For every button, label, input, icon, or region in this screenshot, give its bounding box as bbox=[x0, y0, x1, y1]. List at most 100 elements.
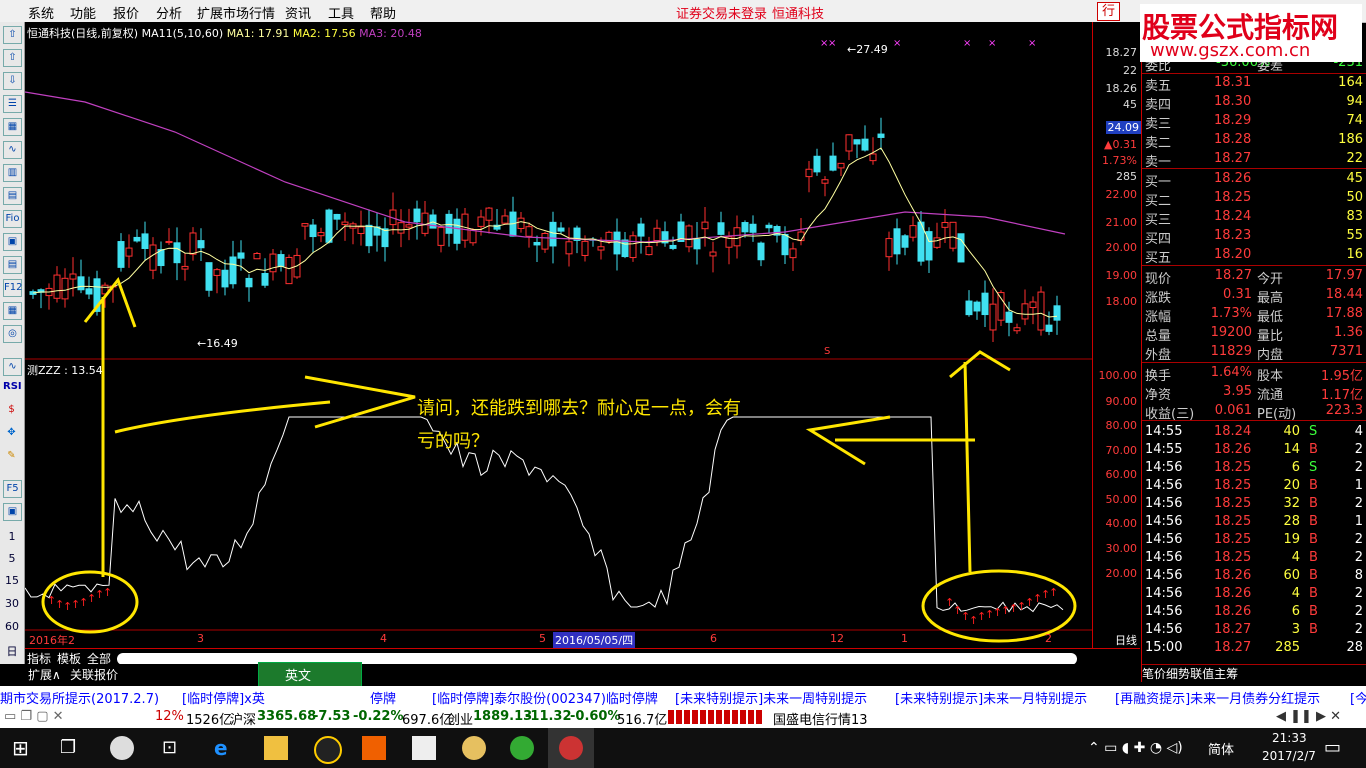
ime-language[interactable]: 英文 bbox=[285, 665, 311, 684]
price-tick: 18.00 bbox=[1105, 295, 1138, 308]
list-icon[interactable]: ☰ bbox=[3, 95, 22, 113]
window-controls[interactable]: ▭ ❐ ▢ ✕ bbox=[4, 709, 64, 724]
rsi-icon[interactable]: RSI bbox=[3, 379, 22, 395]
ticker-item[interactable]: [未来特别提示]未来一月特别提示 bbox=[895, 688, 1087, 707]
period-60[interactable]: 60 bbox=[2, 620, 22, 633]
nav-down-icon[interactable]: ⇩ bbox=[3, 72, 22, 90]
menu-extended-market[interactable]: 扩展市场行情 bbox=[197, 3, 275, 22]
ticker-item[interactable]: [临时停牌]泰尔股份(002347)临时停牌 bbox=[432, 688, 658, 707]
quote-tab[interactable]: 笔 bbox=[1142, 667, 1154, 681]
sell-order-row[interactable]: 卖四 18.30 94 bbox=[1142, 93, 1366, 113]
stock-app-icon[interactable] bbox=[548, 728, 594, 768]
stats-icon[interactable]: ▦ bbox=[3, 302, 22, 320]
buy-order-row[interactable]: 买一 18.26 45 bbox=[1142, 170, 1366, 190]
buy-order-row[interactable]: 买二 18.25 50 bbox=[1142, 189, 1366, 209]
buy-order-row[interactable]: 买五 18.20 16 bbox=[1142, 246, 1366, 266]
fio-icon[interactable]: Fio bbox=[3, 210, 22, 228]
f12-icon[interactable]: F12 bbox=[3, 279, 22, 297]
candle-body bbox=[965, 300, 973, 316]
browser-icon[interactable] bbox=[510, 736, 534, 760]
windows-start-icon[interactable]: ⊞ bbox=[12, 736, 36, 760]
store-icon[interactable]: ⊡ bbox=[162, 736, 186, 760]
qq-icon[interactable] bbox=[314, 736, 342, 764]
paint-icon[interactable] bbox=[462, 736, 486, 760]
candle-body bbox=[701, 221, 709, 230]
compare-icon[interactable]: ▤ bbox=[3, 187, 22, 205]
target-icon[interactable]: ◎ bbox=[3, 325, 22, 343]
folder-icon[interactable] bbox=[264, 736, 288, 760]
menu-help[interactable]: 帮助 bbox=[370, 3, 396, 22]
move-icon[interactable]: ✥ bbox=[3, 425, 20, 441]
low-price-label: ←16.49 bbox=[197, 337, 238, 350]
candle-chart-icon[interactable]: ▥ bbox=[3, 164, 22, 182]
menu-system[interactable]: 系统 bbox=[28, 3, 54, 22]
period-1[interactable]: 1 bbox=[2, 530, 22, 543]
ticker-item[interactable]: [今 bbox=[1350, 688, 1366, 707]
pencil-icon[interactable]: ✎ bbox=[3, 448, 20, 464]
app-icon[interactable] bbox=[110, 736, 134, 760]
table-icon[interactable]: ▤ bbox=[3, 256, 22, 274]
ticker-item[interactable]: [临时停牌]x英 bbox=[182, 688, 265, 707]
layout-icon[interactable]: ▣ bbox=[3, 503, 22, 521]
sell-order-row[interactable]: 卖五 18.31 164 bbox=[1142, 74, 1366, 94]
ticker-item[interactable]: [再融资提示]未来一月债券分红提示 bbox=[1115, 688, 1320, 707]
line-chart-icon[interactable]: ∿ bbox=[3, 141, 22, 159]
kline-chart[interactable]: ↑ ↑ ↑ ↑ ↑ ↑ ↑ ↑ ↑ ↑ ↑ ↑ ↑ ↑ ↑ ↑ ↑ ↑ ↑ ↑ ↑ ↑ × × × × × × 恒通科技(日线,前… bbox=[24, 22, 1140, 648]
buy-order-row[interactable]: 买四 18.23 55 bbox=[1142, 227, 1366, 247]
quote-tab[interactable]: 价 bbox=[1154, 667, 1166, 681]
quote-tab-button[interactable]: 行 bbox=[1097, 2, 1121, 21]
buy-order-row[interactable]: 买三 18.24 83 bbox=[1142, 208, 1366, 228]
period-5[interactable]: 5 bbox=[2, 552, 22, 565]
menu-quote[interactable]: 报价 bbox=[113, 3, 139, 22]
news-channel[interactable]: 国盛电信行情13 bbox=[773, 709, 868, 728]
player-controls-icon[interactable]: ◀ ❚❚ ▶ ✕ bbox=[1276, 709, 1341, 724]
date-label-1: 1 bbox=[901, 632, 908, 645]
ma1-value: MA1: 17.91 bbox=[226, 27, 290, 40]
indicator-label: 测ZZZ : 13.54 bbox=[27, 364, 103, 377]
sell-order-row[interactable]: 卖一 18.27 22 bbox=[1142, 150, 1366, 170]
report-icon[interactable]: ▣ bbox=[3, 233, 22, 251]
wave-icon[interactable]: ∿ bbox=[3, 358, 22, 376]
quote-tab[interactable]: 势 bbox=[1178, 667, 1190, 681]
period-label[interactable]: 日线 bbox=[1115, 632, 1137, 648]
quote-tab[interactable]: 细 bbox=[1166, 667, 1178, 681]
quote-tab[interactable]: 主 bbox=[1214, 667, 1226, 681]
dollar-icon[interactable]: $ bbox=[3, 402, 20, 418]
up-arrow-icon[interactable]: ⇧ bbox=[3, 26, 22, 44]
period-day[interactable]: 日 bbox=[2, 643, 22, 659]
menu-tools[interactable]: 工具 bbox=[328, 3, 354, 22]
period-30[interactable]: 30 bbox=[2, 597, 22, 610]
ticker-item[interactable]: [未来特别提示]未来一周特别提示 bbox=[675, 688, 867, 707]
sell-order-row[interactable]: 卖二 18.28 186 bbox=[1142, 131, 1366, 151]
yellow-annotations bbox=[41, 276, 1077, 643]
nav-up-icon[interactable]: ⇧ bbox=[3, 49, 22, 67]
related-quotes-button[interactable]: 关联报价 bbox=[70, 666, 118, 683]
grid-icon[interactable]: ▦ bbox=[3, 118, 22, 136]
period-15[interactable]: 15 bbox=[2, 574, 22, 587]
axis-label: 18.27 bbox=[1105, 46, 1138, 59]
video-icon[interactable] bbox=[362, 736, 386, 760]
tick-row: 14:56 18.25 20 B 1 bbox=[1145, 478, 1363, 493]
watermark-url: www.gszx.com.cn bbox=[1150, 40, 1311, 61]
task-view-icon[interactable]: ❐ bbox=[60, 736, 84, 760]
ind-tick: 20.00 bbox=[1105, 567, 1138, 580]
quote-tab[interactable]: 值 bbox=[1202, 667, 1214, 681]
input-language[interactable]: 简体 bbox=[1208, 739, 1234, 758]
menu-analysis[interactable]: 分析 bbox=[156, 3, 182, 22]
index-amt1: 1526亿 bbox=[186, 713, 233, 728]
document-icon[interactable] bbox=[412, 736, 436, 760]
quote-tab[interactable]: 筹 bbox=[1226, 667, 1238, 681]
extend-button[interactable]: 扩展∧ bbox=[28, 666, 61, 683]
ma2-value: MA2: 17.56 bbox=[292, 27, 356, 40]
menu-function[interactable]: 功能 bbox=[70, 3, 96, 22]
sell-order-row[interactable]: 卖三 18.29 74 bbox=[1142, 112, 1366, 132]
notification-icon[interactable]: ▭ bbox=[1324, 737, 1341, 758]
ticker-item[interactable]: 期市交易所提示(2017.2.7) bbox=[0, 688, 159, 707]
menu-news[interactable]: 资讯 bbox=[285, 3, 311, 22]
ticker-item[interactable]: 停牌 bbox=[370, 688, 396, 707]
tray-icons[interactable]: ⌃ ▭ ◖ ✚ ◔ ◁) bbox=[1088, 740, 1183, 756]
candle-body bbox=[789, 248, 797, 259]
f5-icon[interactable]: F5 bbox=[3, 480, 22, 498]
edge-icon[interactable]: e bbox=[214, 736, 238, 760]
quote-tab[interactable]: 联 bbox=[1190, 667, 1202, 681]
